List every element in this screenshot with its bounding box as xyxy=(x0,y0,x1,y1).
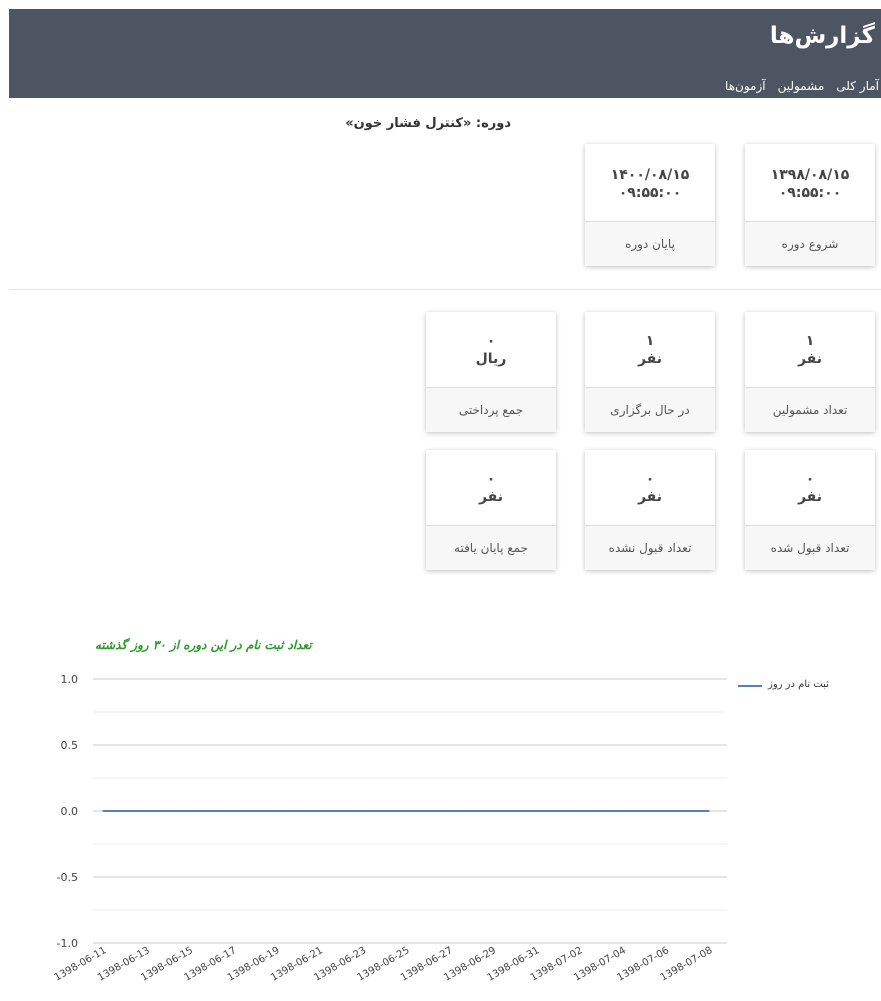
finished-label: جمع پایان یافته xyxy=(426,525,556,570)
data-point xyxy=(232,810,234,812)
nav-exams[interactable]: آزمون‌ها xyxy=(725,79,766,93)
rejected-card: ۰ نفر تعداد قبول نشده xyxy=(585,450,715,570)
header-nav: آمار کلی مشمولین آزمون‌ها xyxy=(725,79,879,93)
data-point xyxy=(145,810,148,812)
enrolled-unit: نفر xyxy=(797,351,823,367)
enrolled-card: ۱ نفر تعداد مشمولین xyxy=(745,312,875,432)
y-tick-label: 0.0 xyxy=(61,805,79,818)
data-point xyxy=(275,810,277,812)
start-date-card: ۱۳۹۸/۰۸/۱۵ ۰۹:۵۵:۰۰ شروع دوره xyxy=(745,144,875,266)
payments-unit: ریال xyxy=(475,351,507,367)
legend-swatch xyxy=(738,685,762,687)
enrolled-value: ۱ xyxy=(805,333,815,349)
y-tick-label: -0.5 xyxy=(57,871,78,884)
data-point xyxy=(188,810,191,812)
y-tick-label: 0.5 xyxy=(61,739,79,752)
finished-value: ۰ xyxy=(486,471,496,487)
data-point xyxy=(318,810,321,812)
payments-value: ۰ xyxy=(486,333,496,349)
data-point xyxy=(708,810,710,812)
ongoing-label: در حال برگزاری xyxy=(585,387,715,432)
section-divider xyxy=(9,289,881,290)
start-time-value: ۰۹:۵۵:۰۰ xyxy=(778,185,842,201)
data-point xyxy=(405,810,407,812)
payments-label: جمع پرداختی xyxy=(426,387,556,432)
data-point xyxy=(664,810,667,812)
ongoing-value: ۱ xyxy=(645,333,655,349)
y-tick-label: 1.0 xyxy=(61,673,79,686)
course-label: دوره: «کنترل فشار خون» xyxy=(345,116,511,131)
chart-title: تعداد ثبت نام در این دوره از ۳۰ روز گذشت… xyxy=(95,638,312,652)
data-point xyxy=(535,810,537,812)
finished-unit: نفر xyxy=(478,489,504,505)
accepted-card: ۰ نفر تعداد قبول شده xyxy=(745,450,875,570)
data-point xyxy=(491,810,494,812)
header-bar: گزارش‌ها آمار کلی مشمولین آزمون‌ها xyxy=(9,9,881,98)
accepted-label: تعداد قبول شده xyxy=(745,525,875,570)
data-point xyxy=(102,810,104,812)
end-time-value: ۰۹:۵۵:۰۰ xyxy=(618,185,682,201)
legend-label: ثبت نام در روز xyxy=(768,679,829,690)
enrolled-label: تعداد مشمولین xyxy=(745,387,875,432)
data-point xyxy=(448,810,451,812)
start-date-value: ۱۳۹۸/۰۸/۱۵ xyxy=(770,167,850,183)
y-tick-label: -1.0 xyxy=(57,937,78,950)
nav-general-stats[interactable]: آمار کلی xyxy=(836,79,879,93)
end-date-card: ۱۴۰۰/۰۸/۱۵ ۰۹:۵۵:۰۰ پایان دوره xyxy=(585,144,715,266)
end-date-label: پایان دوره xyxy=(585,221,715,266)
ongoing-card: ۱ نفر در حال برگزاری xyxy=(585,312,715,432)
page-title: گزارش‌ها xyxy=(769,23,875,49)
data-point xyxy=(578,810,580,812)
rejected-label: تعداد قبول نشده xyxy=(585,525,715,570)
rejected-value: ۰ xyxy=(645,471,655,487)
payments-card: ۰ ریال جمع پرداختی xyxy=(426,312,556,432)
registrations-line-chart: 1.00.50.0-0.5-1.01398-06-111398-06-13139… xyxy=(53,673,727,984)
accepted-unit: نفر xyxy=(797,489,823,505)
data-point xyxy=(361,810,364,812)
end-date-value: ۱۴۰۰/۰۸/۱۵ xyxy=(610,167,690,183)
rejected-unit: نفر xyxy=(637,489,663,505)
start-date-label: شروع دوره xyxy=(745,221,875,266)
ongoing-unit: نفر xyxy=(637,351,663,367)
accepted-value: ۰ xyxy=(805,471,815,487)
nav-enrollees[interactable]: مشمولین xyxy=(778,79,825,93)
finished-card: ۰ نفر جمع پایان یافته xyxy=(426,450,556,570)
data-point xyxy=(621,810,624,812)
